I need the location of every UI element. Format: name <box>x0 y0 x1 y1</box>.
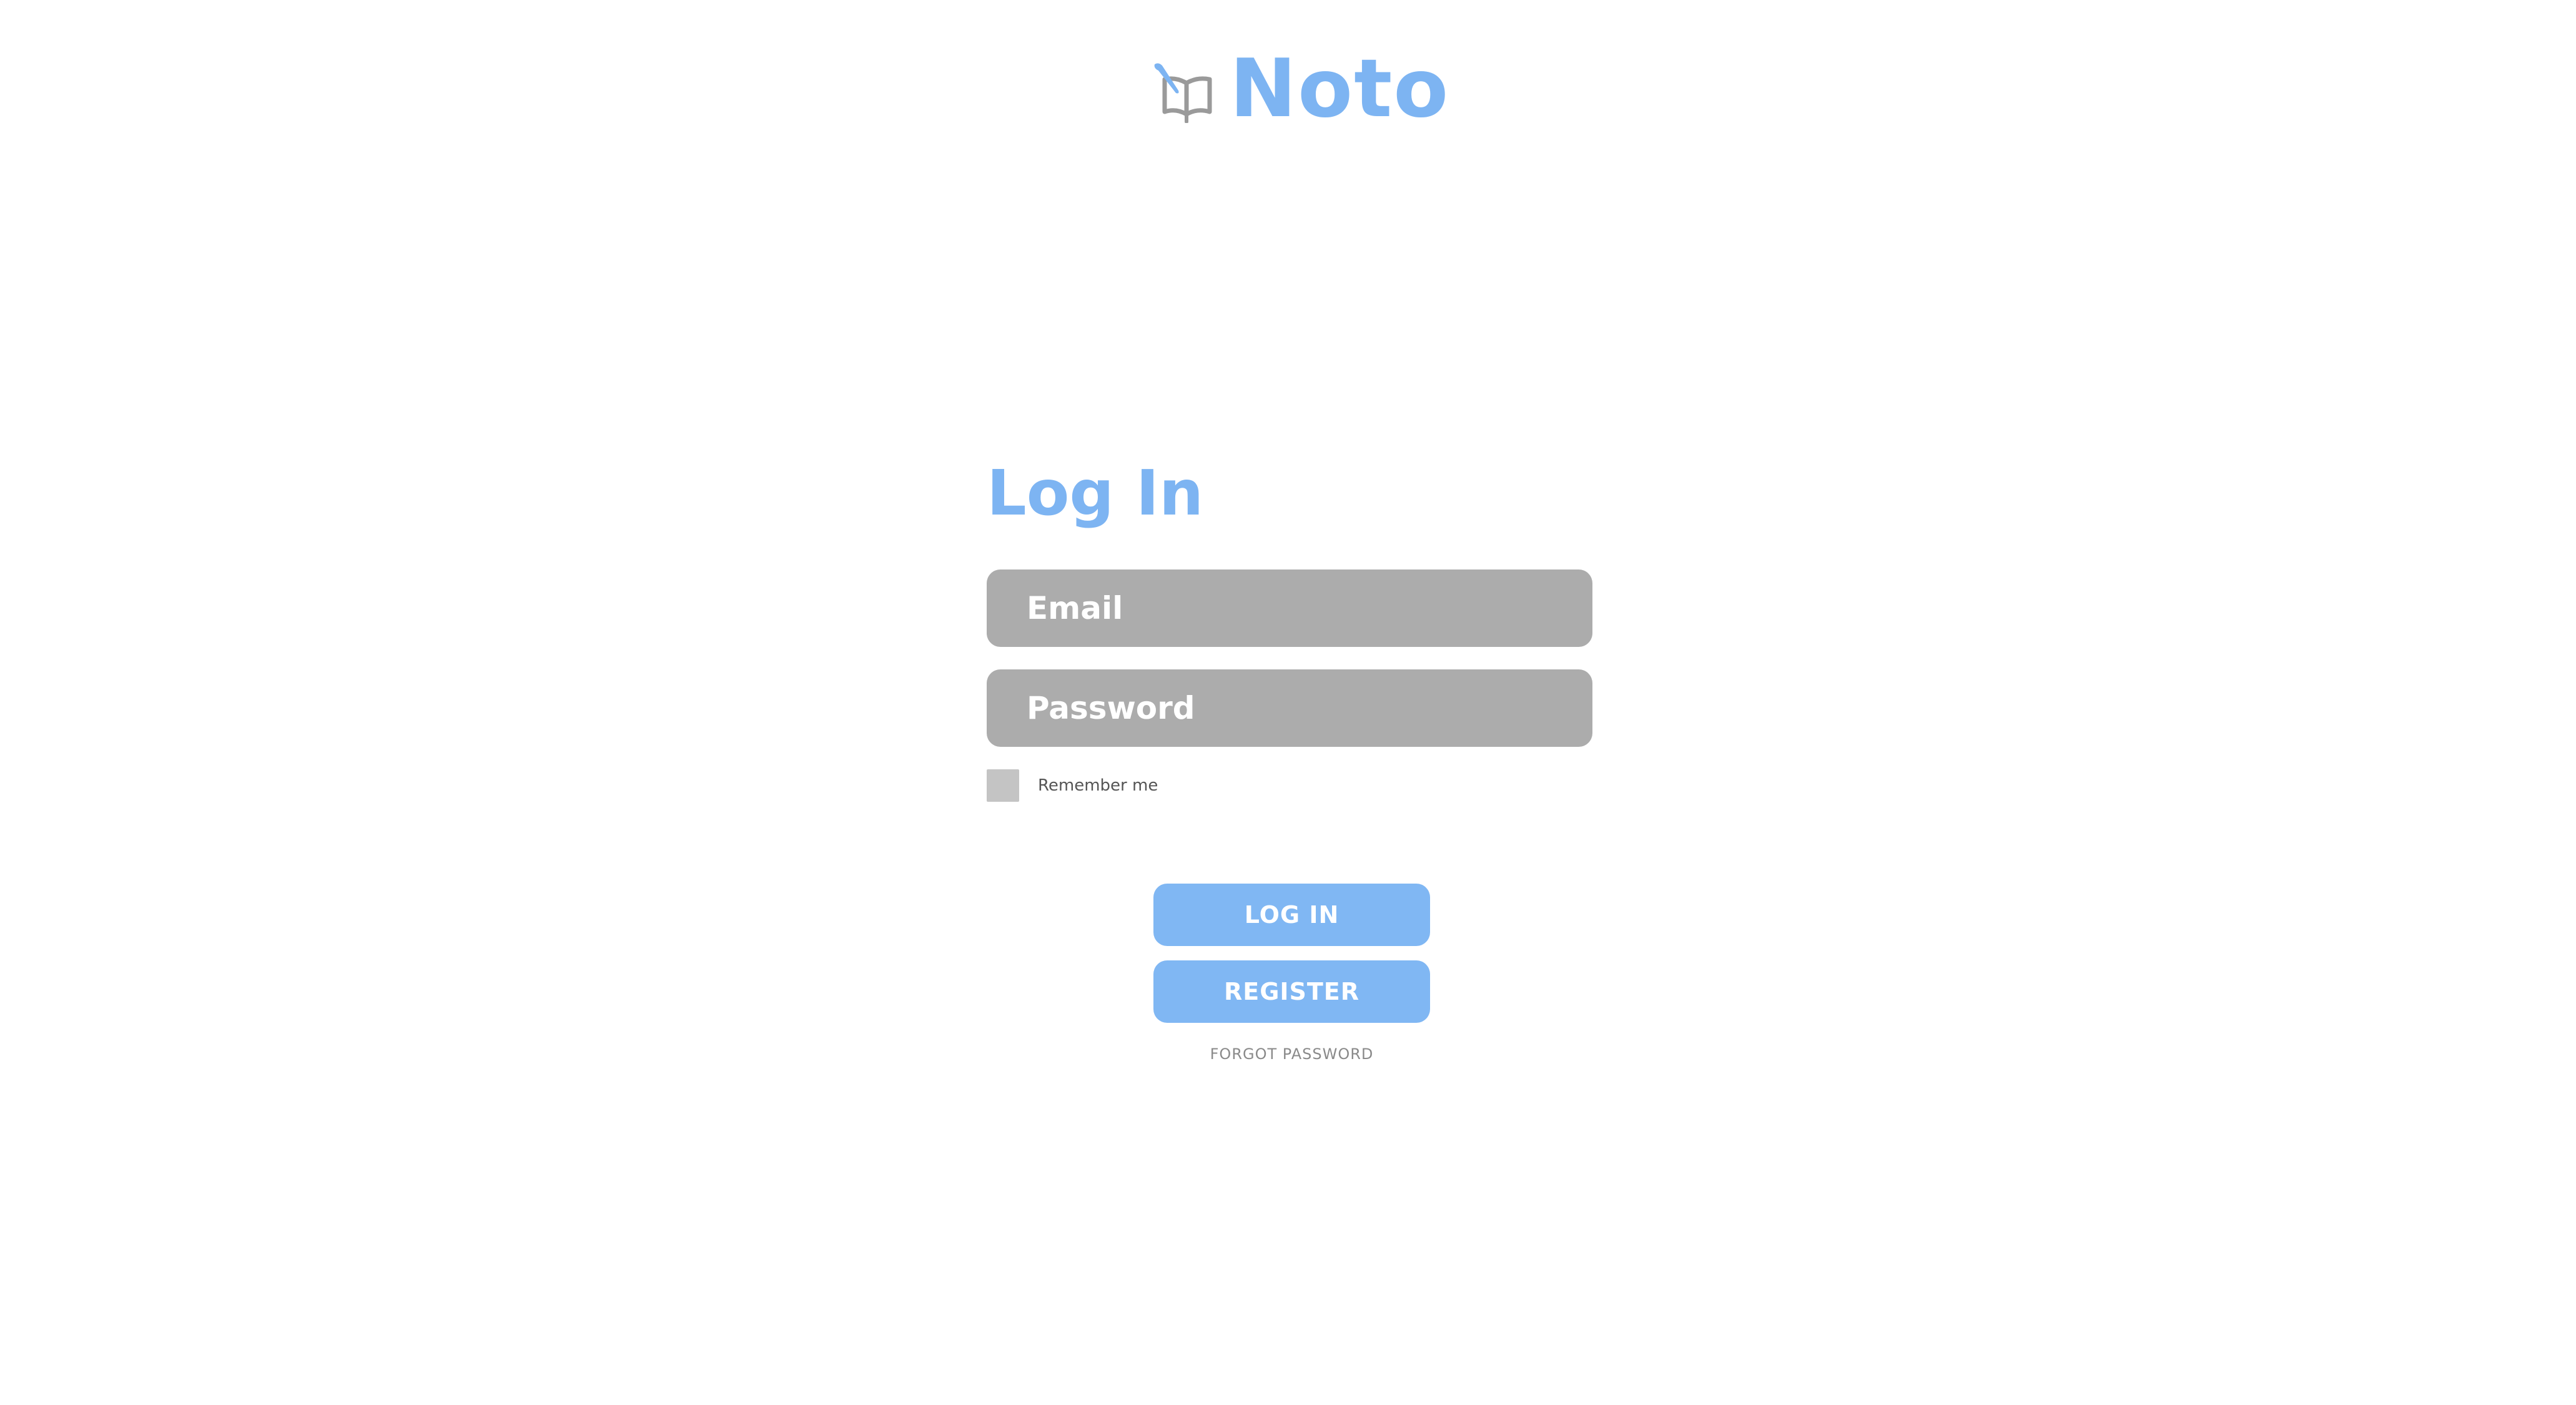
forgot-password-link[interactable]: FORGOT PASSWORD <box>1210 1045 1374 1063</box>
remember-me-label: Remember me <box>1038 776 1158 795</box>
book-quill-icon <box>1154 63 1212 123</box>
password-field[interactable] <box>987 669 1592 747</box>
email-field[interactable] <box>987 569 1592 647</box>
form-actions: LOG IN REGISTER FORGOT PASSWORD <box>1153 884 1430 1063</box>
login-page: Noto Log In Remember me LOG IN REGISTER … <box>0 0 2576 1405</box>
brand-logo: Noto <box>1152 42 1449 136</box>
remember-me-checkbox[interactable] <box>987 769 1019 802</box>
remember-me-row: Remember me <box>987 769 1592 802</box>
login-button[interactable]: LOG IN <box>1153 884 1430 946</box>
login-form: Log In Remember me <box>987 456 1592 802</box>
brand-name: Noto <box>1230 42 1450 136</box>
register-button[interactable]: REGISTER <box>1153 960 1430 1023</box>
page-title: Log In <box>987 456 1204 530</box>
